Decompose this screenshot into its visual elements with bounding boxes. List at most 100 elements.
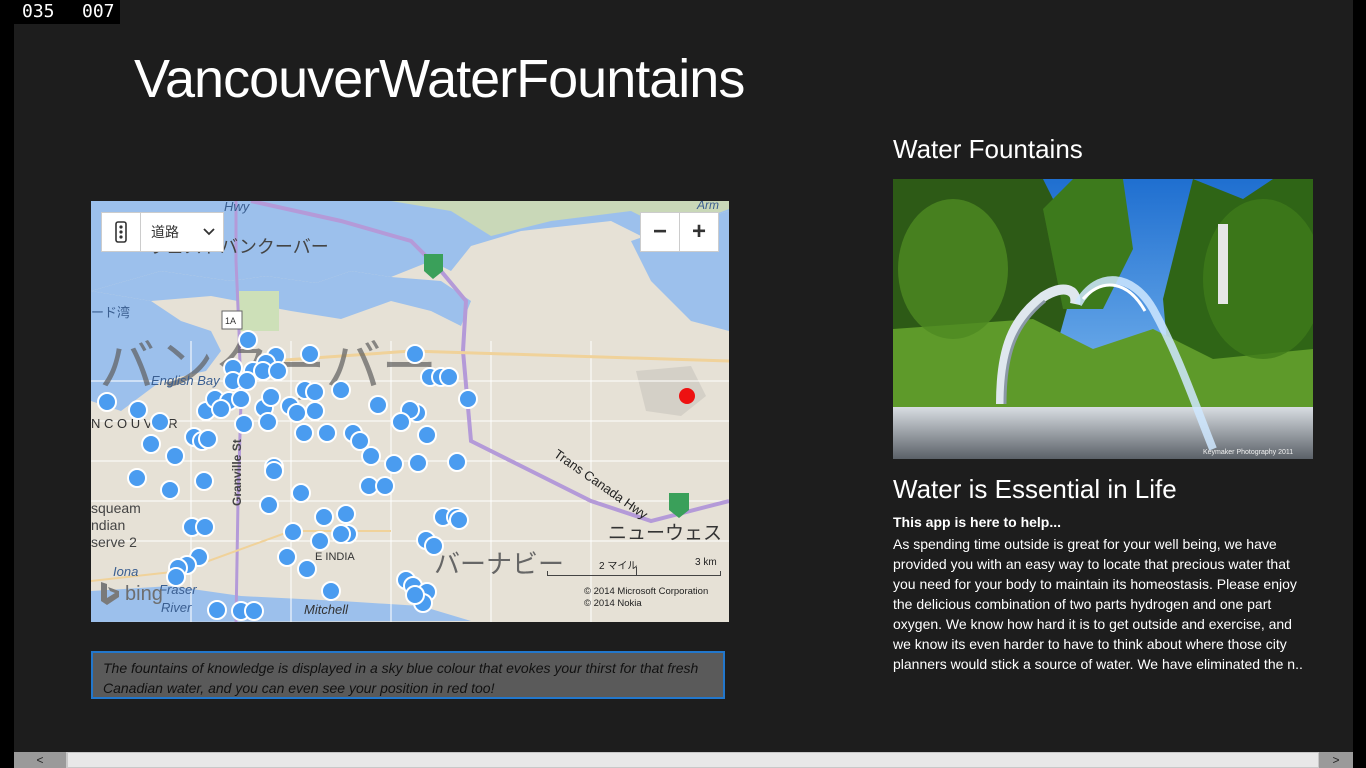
fountain-marker[interactable] bbox=[294, 423, 314, 443]
fountain-marker[interactable] bbox=[160, 480, 180, 500]
fountain-marker[interactable] bbox=[405, 585, 425, 605]
fountain-marker[interactable] bbox=[264, 461, 284, 481]
fountain-marker[interactable] bbox=[417, 425, 437, 445]
fountain-marker[interactable] bbox=[244, 601, 264, 621]
fountain-marker[interactable] bbox=[305, 401, 325, 421]
counter-right: 007 bbox=[82, 1, 115, 22]
map-caption: The fountains of knowledge is displayed … bbox=[91, 651, 725, 699]
description-text: As spending time outside is great for yo… bbox=[893, 536, 1303, 672]
traffic-icon[interactable] bbox=[102, 213, 141, 251]
current-location-marker bbox=[679, 388, 695, 404]
fountain-marker[interactable] bbox=[195, 517, 215, 537]
zoom-in-button[interactable]: + bbox=[679, 213, 718, 251]
fountain-marker[interactable] bbox=[258, 412, 278, 432]
fountain-marker[interactable] bbox=[375, 476, 395, 496]
bing-icon bbox=[101, 582, 119, 605]
scale-bar bbox=[547, 567, 721, 576]
fountain-marker[interactable] bbox=[305, 382, 325, 402]
fountain-marker[interactable] bbox=[391, 412, 411, 432]
fountain-marker[interactable] bbox=[277, 547, 297, 567]
bing-wordmark: bing bbox=[125, 582, 163, 605]
fountain-marker[interactable] bbox=[150, 412, 170, 432]
fountain-marker[interactable] bbox=[198, 429, 218, 449]
subtitle: Water is Essential in Life bbox=[893, 474, 1177, 504]
fountain-marker[interactable] bbox=[128, 400, 148, 420]
zoom-control[interactable]: − + bbox=[640, 212, 719, 252]
fountain-photo: Keymaker Photography 2011 bbox=[893, 179, 1313, 459]
fountain-marker[interactable] bbox=[310, 531, 330, 551]
zoom-out-button[interactable]: − bbox=[641, 213, 679, 251]
map-style-control[interactable]: 道路 bbox=[101, 212, 224, 252]
horizontal-scrollbar[interactable]: < > bbox=[14, 752, 1353, 768]
map-view[interactable]: 1A 99 ウェストバンクーバー ード湾 バンクーバー English Bay … bbox=[91, 201, 729, 622]
fountain-marker[interactable] bbox=[361, 446, 381, 466]
fountain-marker[interactable] bbox=[287, 403, 307, 423]
chevron-down-icon bbox=[203, 228, 215, 236]
fountain-marker[interactable] bbox=[297, 559, 317, 579]
fountain-marker[interactable] bbox=[268, 361, 288, 381]
fountain-marker[interactable] bbox=[439, 367, 459, 387]
fountain-marker[interactable] bbox=[384, 454, 404, 474]
label-squeam: squeam bbox=[91, 500, 141, 516]
fountain-marker[interactable] bbox=[336, 504, 356, 524]
map-style-label: 道路 bbox=[151, 225, 179, 241]
fountain-marker[interactable] bbox=[261, 387, 281, 407]
label-reserve: serve 2 bbox=[91, 534, 137, 550]
fountain-marker[interactable] bbox=[127, 468, 147, 488]
map-style-dropdown[interactable]: 道路 bbox=[141, 213, 223, 251]
fountain-marker[interactable] bbox=[207, 600, 227, 620]
fountain-marker[interactable] bbox=[194, 471, 214, 491]
counter-left: 035 bbox=[22, 1, 55, 22]
fountain-marker[interactable] bbox=[405, 344, 425, 364]
fountain-marker[interactable] bbox=[447, 452, 467, 472]
label-new-west: ニューウェス bbox=[608, 522, 722, 544]
label-burnaby: バーナビー bbox=[434, 550, 564, 580]
label-river: River bbox=[161, 600, 192, 615]
fountain-marker[interactable] bbox=[234, 414, 254, 434]
fountain-marker[interactable] bbox=[259, 495, 279, 515]
section-title: Water Fountains bbox=[893, 134, 1083, 164]
copyright-line-1: © 2014 Microsoft Corporation bbox=[584, 586, 709, 597]
label-trans-canada: Trans Canada Hwy bbox=[551, 446, 651, 522]
label-arm: Arm bbox=[696, 201, 719, 212]
fountain-marker[interactable] bbox=[424, 536, 444, 556]
fountain-marker[interactable] bbox=[238, 330, 258, 350]
fountain-marker[interactable] bbox=[314, 507, 334, 527]
fountain-marker[interactable] bbox=[368, 395, 388, 415]
label-iona: Iona bbox=[113, 564, 138, 579]
fountain-marker[interactable] bbox=[231, 389, 251, 409]
chevron-left-icon: < bbox=[36, 753, 44, 767]
scale-km: 3 km bbox=[695, 557, 717, 568]
label-granville: Granville St bbox=[230, 439, 244, 506]
fountain-marker[interactable] bbox=[317, 423, 337, 443]
fountain-marker[interactable] bbox=[331, 524, 351, 544]
label-english-bay: English Bay bbox=[151, 373, 221, 388]
fountain-marker[interactable] bbox=[331, 380, 351, 400]
fountain-marker[interactable] bbox=[291, 483, 311, 503]
fountain-marker[interactable] bbox=[141, 434, 161, 454]
fountain-marker[interactable] bbox=[449, 510, 469, 530]
fountain-marker[interactable] bbox=[458, 389, 478, 409]
fountain-marker[interactable] bbox=[165, 446, 185, 466]
fountain-marker[interactable] bbox=[166, 567, 186, 587]
label-india: E INDIA bbox=[315, 551, 355, 563]
scrollbar-thumb[interactable] bbox=[68, 753, 1318, 767]
fountain-marker[interactable] bbox=[283, 522, 303, 542]
lead-text: This app is here to help... bbox=[893, 514, 1062, 530]
map-scale: 2 マイル 3 km bbox=[547, 555, 721, 577]
scroll-right-button[interactable]: > bbox=[1319, 752, 1353, 768]
map-copyright: © 2014 Microsoft Corporation © 2014 Noki… bbox=[584, 586, 708, 610]
fountain-marker[interactable] bbox=[408, 453, 428, 473]
scroll-left-button[interactable]: < bbox=[14, 752, 66, 768]
fountain-marker[interactable] bbox=[97, 392, 117, 412]
fountain-marker[interactable] bbox=[237, 371, 257, 391]
fountain-marker[interactable] bbox=[211, 399, 231, 419]
copyright-line-2: © 2014 Nokia bbox=[584, 598, 642, 609]
photo-credit: Keymaker Photography 2011 bbox=[1203, 449, 1293, 456]
label-bay: ード湾 bbox=[91, 305, 130, 321]
fountain-marker[interactable] bbox=[321, 581, 341, 601]
fountain-marker[interactable] bbox=[300, 344, 320, 364]
frame-counter: 035 007 bbox=[0, 0, 120, 24]
label-hwy: Hwy bbox=[224, 201, 251, 214]
scale-miles: 2 マイル bbox=[599, 561, 638, 572]
